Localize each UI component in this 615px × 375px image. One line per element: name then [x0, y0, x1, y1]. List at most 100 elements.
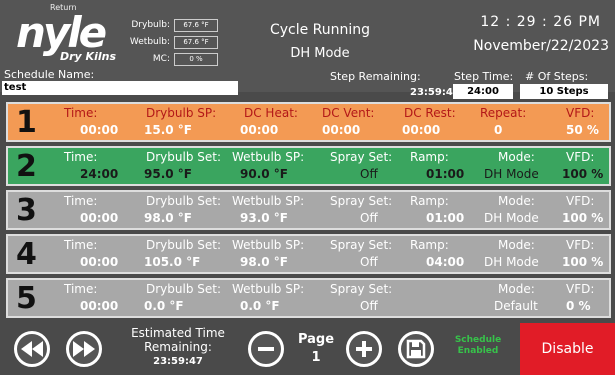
header: Return nyle Dry Kilns Drybulb: 67.6 °F W…: [0, 0, 615, 99]
wetbulb-sp-value: 90.0 °F: [240, 167, 288, 181]
mode-label: Mode:: [498, 282, 535, 296]
spray-set-label: Spray Set:: [330, 238, 393, 252]
fast-forward-icon: [73, 341, 95, 357]
step-number: 1: [16, 105, 37, 140]
mode-label: Mode:: [498, 238, 535, 252]
schedule-enabled-indicator: Schedule Enabled: [454, 335, 502, 356]
vfd-value: 100 %: [562, 211, 604, 225]
spray-set-value: Off: [360, 167, 378, 181]
mode-value: DH Mode: [484, 167, 539, 181]
time-label: Time:: [64, 282, 98, 296]
schedule-name-field[interactable]: test: [2, 81, 238, 95]
num-steps-label: # Of Steps:: [525, 70, 589, 83]
dc-heat-label: DC Heat:: [244, 106, 298, 120]
time-label: Time:: [64, 238, 98, 252]
wetbulb-label: Wetbulb:: [129, 37, 170, 47]
drybulb-set-label: Drybulb Set:: [146, 238, 222, 252]
mc-value: 0 %: [174, 53, 218, 66]
drybulb-set-value: 95.0 °F: [144, 167, 192, 181]
step-number: 5: [16, 281, 37, 316]
repeat-value: 0: [494, 123, 503, 137]
wetbulb-sp-label: Wetbulb SP:: [232, 150, 305, 164]
spray-set-value: Off: [360, 299, 378, 313]
time-label: Time:: [64, 150, 98, 164]
fast-forward-button[interactable]: [66, 331, 102, 367]
step-row-3[interactable]: 3 Time: 00:00 Drybulb Set: 98.0 °F Wetbu…: [6, 190, 611, 230]
vfd-value: 100 %: [562, 167, 604, 181]
vfd-label: VFD:: [566, 150, 595, 164]
mode-value: Default: [494, 299, 538, 313]
page-label: Page: [297, 332, 335, 347]
time-label: Time:: [64, 106, 98, 120]
mode-label: Mode:: [498, 194, 535, 208]
time-value: 00:00: [80, 211, 119, 225]
mode-value: DH Mode: [484, 211, 539, 225]
drybulb-label: Drybulb:: [131, 20, 170, 30]
drybulb-set-label: Drybulb Set:: [146, 150, 222, 164]
page-previous-button[interactable]: [248, 331, 284, 367]
wetbulb-sp-label: Wetbulb SP:: [232, 238, 305, 252]
step-row-1[interactable]: 1 Time: 00:00 Drybulb SP: 15.0 °F DC Hea…: [6, 102, 611, 142]
step-time-label: Step Time:: [454, 70, 514, 83]
mode-value: DH Mode: [484, 255, 539, 269]
drybulb-sp-value: 15.0 °F: [144, 123, 192, 137]
drybulb-set-label: Drybulb Set:: [146, 194, 222, 208]
rewind-button[interactable]: [14, 331, 50, 367]
estimated-time-label: Estimated Time Remaining:: [131, 326, 225, 354]
time-value: 00:00: [80, 255, 119, 269]
plus-icon: [356, 341, 372, 357]
step-time-field[interactable]: 24:00: [453, 84, 513, 99]
time-label: Time:: [64, 194, 98, 208]
date: November/22/2023: [473, 38, 609, 54]
spray-set-label: Spray Set:: [330, 150, 393, 164]
cycle-mode: DH Mode: [290, 46, 350, 61]
logo-return-button[interactable]: Return nyle Dry Kilns: [14, 3, 126, 66]
save-icon: [406, 339, 426, 359]
ramp-value: 04:00: [426, 255, 465, 269]
vfd-value: 50 %: [566, 123, 599, 137]
vfd-value: 100 %: [562, 255, 604, 269]
step-number: 4: [16, 237, 37, 272]
dc-vent-value: 00:00: [322, 123, 361, 137]
vfd-value: 0 %: [566, 299, 591, 313]
vfd-label: VFD:: [566, 282, 595, 296]
spray-set-value: Off: [360, 255, 378, 269]
rewind-icon: [21, 341, 43, 357]
drybulb-value: 67.6 °F: [174, 19, 218, 32]
ramp-label: Ramp:: [410, 150, 449, 164]
page-number: 1: [311, 350, 321, 365]
save-button[interactable]: [398, 331, 434, 367]
vfd-label: VFD:: [566, 194, 595, 208]
wetbulb-sp-value: 93.0 °F: [240, 211, 288, 225]
dc-heat-value: 00:00: [240, 123, 279, 137]
spray-set-label: Spray Set:: [330, 282, 393, 296]
page-next-button[interactable]: [346, 331, 382, 367]
drybulb-set-value: 98.0 °F: [144, 211, 192, 225]
disable-button[interactable]: Disable: [520, 323, 615, 375]
drybulb-set-value: 0.0 °F: [144, 299, 184, 313]
estimated-time-value: 23:59:47: [153, 356, 203, 367]
wetbulb-value: 67.6 °F: [174, 36, 218, 49]
ramp-label: Ramp:: [410, 194, 449, 208]
wetbulb-sp-label: Wetbulb SP:: [232, 194, 305, 208]
wetbulb-sp-value: 98.0 °F: [240, 255, 288, 269]
nyle-logo: nyle: [16, 8, 107, 57]
step-row-4[interactable]: 4 Time: 00:00 Drybulb Set: 105.0 °F Wetb…: [6, 234, 611, 274]
drybulb-set-value: 105.0 °F: [144, 255, 201, 269]
ramp-label: Ramp:: [410, 238, 449, 252]
spray-set-label: Spray Set:: [330, 194, 393, 208]
ramp-value: 01:00: [426, 211, 465, 225]
step-row-5[interactable]: 5 Time: 00:00 Drybulb Set: 0.0 °F Wetbul…: [6, 278, 611, 318]
step-number: 3: [16, 193, 37, 228]
clock: 12 : 29 : 26 PM: [480, 14, 601, 30]
wetbulb-sp-value: 0.0 °F: [240, 299, 280, 313]
dc-rest-value: 00:00: [402, 123, 441, 137]
dc-vent-label: DC Vent:: [322, 106, 375, 120]
num-steps-field[interactable]: 10 Steps: [520, 84, 608, 99]
step-row-2[interactable]: 2 Time: 24:00 Drybulb Set: 95.0 °F Wetbu…: [6, 146, 611, 186]
mode-label: Mode:: [498, 150, 535, 164]
time-value: 00:00: [80, 299, 119, 313]
time-value: 00:00: [80, 123, 119, 137]
time-value: 24:00: [80, 167, 119, 181]
wetbulb-sp-label: Wetbulb SP:: [232, 282, 305, 296]
